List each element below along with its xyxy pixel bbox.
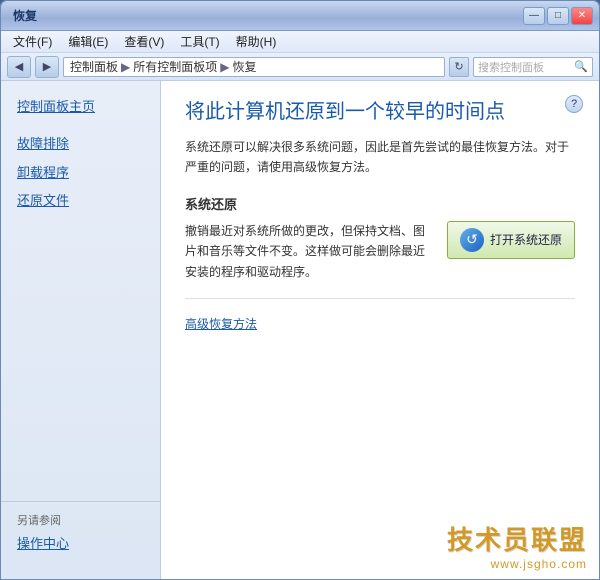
menu-bar: 文件(F) 编辑(E) 查看(V) 工具(T) 帮助(H) xyxy=(1,31,599,53)
watermark-text-line1: 技术员联盟 xyxy=(447,520,587,557)
path-segment-2: 所有控制面板项 xyxy=(133,58,217,75)
sidebar-link-troubleshoot[interactable]: 故障排除 xyxy=(1,130,160,159)
path-arrow-1: ▶ xyxy=(121,60,130,74)
close-button[interactable]: ✕ xyxy=(571,7,593,25)
sidebar-link-action-center[interactable]: 操作中心 xyxy=(17,532,144,557)
path-arrow-2: ▶ xyxy=(220,60,229,74)
address-bar: ◀ ▶ 控制面板 ▶ 所有控制面板项 ▶ 恢复 ↻ 搜索控制面板 🔍 xyxy=(1,53,599,81)
menu-edit[interactable]: 编辑(E) xyxy=(60,31,116,52)
window-title: 恢复 xyxy=(7,7,521,24)
page-title: 将此计算机还原到一个较早的时间点 xyxy=(185,99,575,125)
watermark: 技术员联盟 www.jsgho.com xyxy=(447,520,587,571)
title-bar: 恢复 — □ ✕ xyxy=(1,1,599,31)
menu-file[interactable]: 文件(F) xyxy=(5,31,60,52)
watermark-text-line2: www.jsgho.com xyxy=(491,557,587,571)
restore-section: 撤销最近对系统所做的更改，但保持文档、图片和音乐等文件不变。这样做可能会删除最近… xyxy=(185,221,575,299)
restore-btn-label: 打开系统还原 xyxy=(490,231,562,248)
path-segment-3: 恢复 xyxy=(233,58,257,75)
help-icon[interactable]: ? xyxy=(565,95,583,113)
open-system-restore-button[interactable]: ↺ 打开系统还原 xyxy=(447,221,575,259)
restore-description: 撤销最近对系统所做的更改，但保持文档、图片和音乐等文件不变。这样做可能会删除最近… xyxy=(185,221,431,282)
section-title: 系统还原 xyxy=(185,194,575,213)
back-button[interactable]: ◀ xyxy=(7,56,31,78)
minimize-button[interactable]: — xyxy=(523,7,545,25)
address-path[interactable]: 控制面板 ▶ 所有控制面板项 ▶ 恢复 xyxy=(63,57,445,77)
maximize-button[interactable]: □ xyxy=(547,7,569,25)
search-box[interactable]: 搜索控制面板 🔍 xyxy=(473,57,593,77)
path-segment-1: 控制面板 xyxy=(70,58,118,75)
content-panel: ? 将此计算机还原到一个较早的时间点 系统还原可以解决很多系统问题，因此是首先尝… xyxy=(161,81,599,579)
also-see-label: 另请参阅 xyxy=(17,512,144,528)
sidebar-link-restore-files[interactable]: 还原文件 xyxy=(1,187,160,216)
sidebar: 控制面板主页 故障排除 卸载程序 还原文件 另请参阅 操作中心 xyxy=(1,81,161,579)
search-placeholder: 搜索控制面板 xyxy=(478,59,574,75)
sidebar-also-see: 另请参阅 操作中心 xyxy=(1,501,160,567)
advanced-recovery-link[interactable]: 高级恢复方法 xyxy=(185,315,575,332)
forward-button[interactable]: ▶ xyxy=(35,56,59,78)
sidebar-link-home[interactable]: 控制面板主页 xyxy=(1,93,160,122)
restore-btn-icon: ↺ xyxy=(460,228,484,252)
page-description: 系统还原可以解决很多系统问题，因此是首先尝试的最佳恢复方法。对于严重的问题，请使… xyxy=(185,137,575,178)
menu-view[interactable]: 查看(V) xyxy=(116,31,172,52)
main-area: 控制面板主页 故障排除 卸载程序 还原文件 另请参阅 操作中心 ? 将此计算机还… xyxy=(1,81,599,579)
menu-help[interactable]: 帮助(H) xyxy=(228,31,285,52)
refresh-button[interactable]: ↻ xyxy=(449,57,469,77)
search-icon: 🔍 xyxy=(574,60,588,73)
main-window: 恢复 — □ ✕ 文件(F) 编辑(E) 查看(V) 工具(T) 帮助(H) ◀… xyxy=(0,0,600,580)
menu-tools[interactable]: 工具(T) xyxy=(172,31,227,52)
sidebar-link-uninstall[interactable]: 卸载程序 xyxy=(1,159,160,188)
